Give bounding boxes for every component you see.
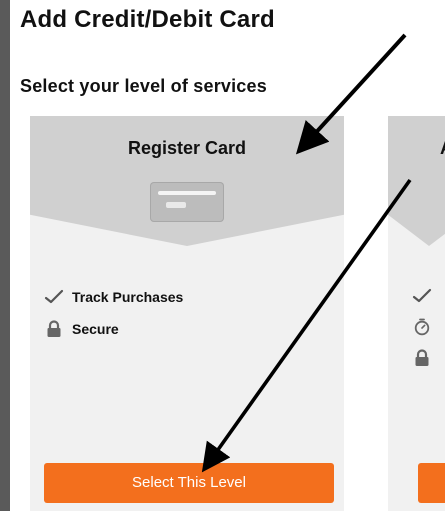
second-card-header (388, 116, 445, 246)
check-icon (412, 286, 434, 306)
feature-lock (412, 348, 445, 370)
feature-secure: Secure (44, 318, 334, 340)
screen-frame: Add Credit/Debit Card Select your level … (0, 0, 445, 511)
service-level-subtitle: Select your level of services (20, 76, 267, 96)
feature-timer (412, 317, 445, 339)
feature-check (412, 286, 445, 308)
lock-icon (412, 348, 434, 368)
feature-track-purchases: Track Purchases (44, 286, 334, 308)
lock-icon (44, 319, 66, 339)
check-icon (44, 287, 66, 307)
page-sheet: Add Credit/Debit Card Select your level … (10, 0, 445, 511)
credit-card-chip (166, 202, 186, 208)
page-title: Add Credit/Debit Card (20, 6, 275, 33)
timer-icon (412, 317, 434, 337)
feature-label: Track Purchases (72, 289, 184, 305)
credit-card-stripe (158, 191, 216, 195)
select-level-button-partial[interactable] (418, 463, 445, 503)
feature-label: Secure (72, 321, 119, 337)
register-card-features: Track Purchases Secure (44, 286, 334, 350)
second-card-features (412, 286, 445, 379)
register-card-option: Register Card Track Purchases Secure Sel… (30, 116, 344, 511)
select-this-level-button[interactable]: Select This Level (44, 463, 334, 503)
register-card-header (30, 116, 344, 246)
second-service-level-option: A (388, 116, 445, 511)
register-card-title: Register Card (127, 138, 247, 158)
second-card-title: A (440, 138, 445, 159)
credit-card-icon (150, 182, 224, 222)
